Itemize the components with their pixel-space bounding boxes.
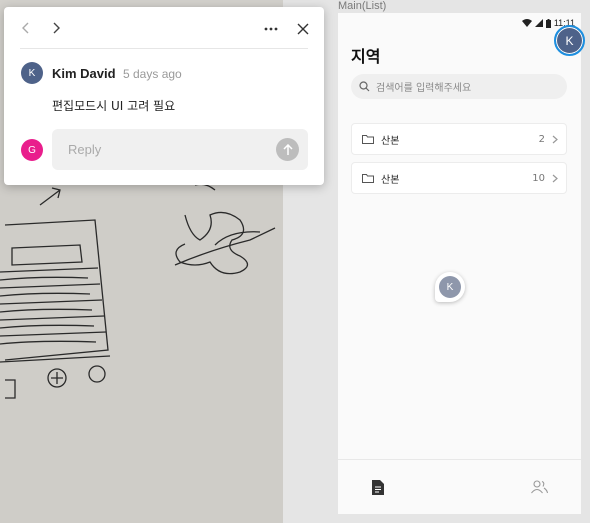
bottom-nav xyxy=(338,459,581,514)
reply-input[interactable]: Reply xyxy=(52,129,308,170)
folder-icon xyxy=(362,135,374,144)
reply-placeholder: Reply xyxy=(68,142,102,157)
search-placeholder: 검색어를 입력해주세요 xyxy=(376,83,472,94)
list-item-count: 10 xyxy=(532,172,545,184)
comment-pin-avatar: K xyxy=(439,276,461,298)
list-item-label: 산본 xyxy=(381,174,400,186)
collaborator-avatar[interactable]: K xyxy=(554,25,585,56)
users-icon xyxy=(530,480,548,494)
send-button[interactable] xyxy=(276,138,299,161)
battery-icon xyxy=(545,18,551,28)
chevron-right-icon xyxy=(53,22,60,34)
folder-icon xyxy=(362,174,374,183)
chevron-right-icon xyxy=(552,135,558,143)
chevron-right-icon xyxy=(552,174,558,182)
divider xyxy=(20,48,308,49)
nav-documents[interactable] xyxy=(365,474,391,500)
close-icon xyxy=(297,23,309,35)
next-comment-button[interactable] xyxy=(48,20,64,38)
reply-user-avatar: G xyxy=(21,139,43,161)
comment-author-name: Kim David xyxy=(52,66,116,81)
document-icon xyxy=(372,479,384,495)
chevron-left-icon xyxy=(22,22,29,34)
comment-popup: K Kim David 5 days ago 편집모드시 UI 고려 필요 G … xyxy=(4,7,324,185)
search-input[interactable]: 검색어를 입력해주세요 xyxy=(351,74,567,99)
frame-label[interactable]: Main(List) xyxy=(338,0,386,12)
wifi-icon xyxy=(521,19,532,27)
more-icon xyxy=(264,27,278,31)
list-item-label: 산본 xyxy=(381,135,400,147)
more-options-button[interactable] xyxy=(264,19,278,35)
comment-author-avatar: K xyxy=(21,62,43,84)
list-item[interactable]: 산본 10 xyxy=(351,162,567,194)
phone-frame: 11:11 지역 검색어를 입력해주세요 산본 2 산본 10 xyxy=(338,13,581,514)
send-arrow-icon xyxy=(282,143,293,155)
list-item[interactable]: 산본 2 xyxy=(351,123,567,155)
close-button[interactable] xyxy=(296,21,310,35)
comment-pin[interactable]: K xyxy=(435,272,465,302)
comment-timestamp: 5 days ago xyxy=(123,67,182,81)
prev-comment-button[interactable] xyxy=(18,20,34,38)
signal-icon xyxy=(534,19,543,27)
nav-users[interactable] xyxy=(526,474,552,500)
list-item-count: 2 xyxy=(538,133,545,145)
comment-body: 편집모드시 UI 고려 필요 xyxy=(52,99,176,113)
screen-title: 지역 xyxy=(351,47,381,66)
search-icon xyxy=(359,81,370,92)
